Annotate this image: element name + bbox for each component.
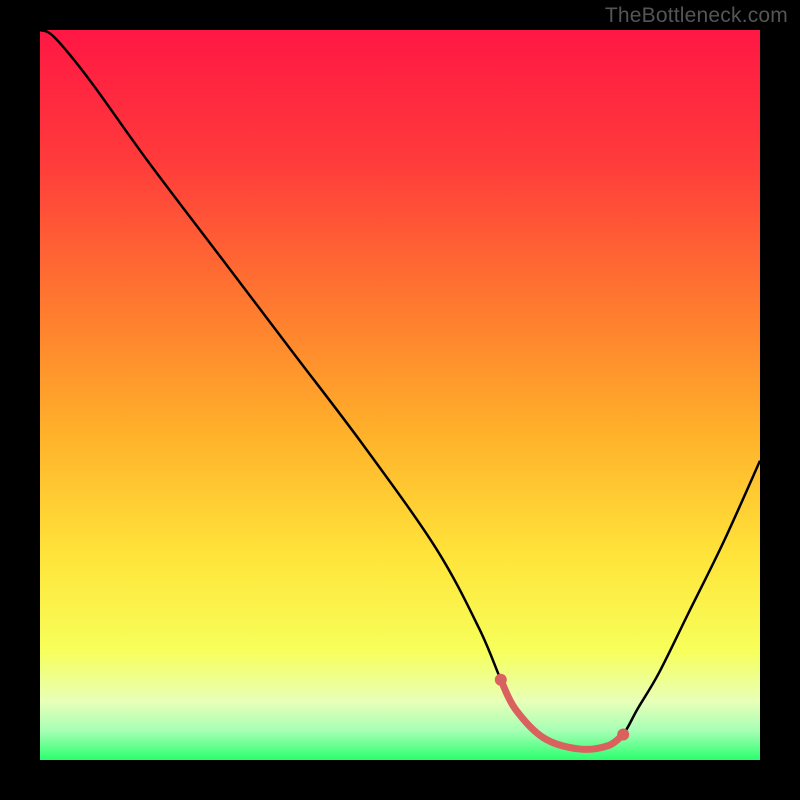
highlight-dot xyxy=(617,728,629,740)
highlight-dot xyxy=(495,674,507,686)
chart-frame: TheBottleneck.com xyxy=(0,0,800,800)
plot-area xyxy=(40,30,760,760)
watermark-text: TheBottleneck.com xyxy=(605,4,788,28)
gradient-background xyxy=(40,30,760,760)
bottleneck-chart xyxy=(40,30,760,760)
